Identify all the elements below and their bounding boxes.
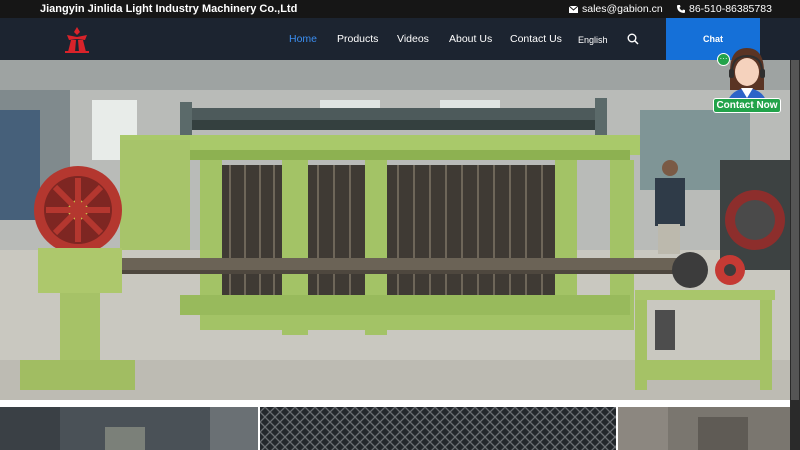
nav-products[interactable]: Products bbox=[337, 33, 378, 45]
thumbnail-2[interactable] bbox=[260, 407, 616, 450]
contact-now-button[interactable]: Contact Now bbox=[713, 98, 781, 113]
thumbnail-strip bbox=[0, 400, 790, 450]
thumbnail-3[interactable] bbox=[618, 407, 790, 450]
email-text: sales@gabion.cn bbox=[582, 3, 663, 15]
phone-link[interactable]: 86-510-86385783 bbox=[677, 3, 772, 15]
language-selector[interactable]: English bbox=[578, 35, 608, 45]
nav-contact-us[interactable]: Contact Us bbox=[510, 33, 562, 45]
scrollbar-thumb[interactable] bbox=[791, 60, 799, 400]
thumbnail-3-image bbox=[618, 407, 790, 450]
envelope-icon bbox=[569, 5, 578, 13]
nav-home[interactable]: Home bbox=[289, 33, 317, 45]
nav-videos[interactable]: Videos bbox=[397, 33, 429, 45]
thumbnail-1[interactable] bbox=[0, 407, 258, 450]
phone-text: 86-510-86385783 bbox=[689, 3, 772, 15]
agent-message-bubble-icon[interactable]: ··· bbox=[717, 53, 730, 66]
nav-about-us[interactable]: About Us bbox=[449, 33, 492, 45]
company-logo[interactable] bbox=[63, 26, 91, 54]
thumbnail-2-image bbox=[260, 407, 616, 450]
company-name: Jiangyin Jinlida Light Industry Machiner… bbox=[40, 3, 298, 15]
hero-machine-illustration bbox=[0, 60, 790, 400]
email-link[interactable]: sales@gabion.cn bbox=[569, 3, 663, 15]
search-icon[interactable] bbox=[627, 33, 639, 45]
top-info-bar: Jiangyin Jinlida Light Industry Machiner… bbox=[0, 0, 800, 18]
phone-icon bbox=[677, 5, 685, 13]
thumbnail-1-image bbox=[0, 407, 258, 450]
hero-banner-image bbox=[0, 60, 790, 400]
